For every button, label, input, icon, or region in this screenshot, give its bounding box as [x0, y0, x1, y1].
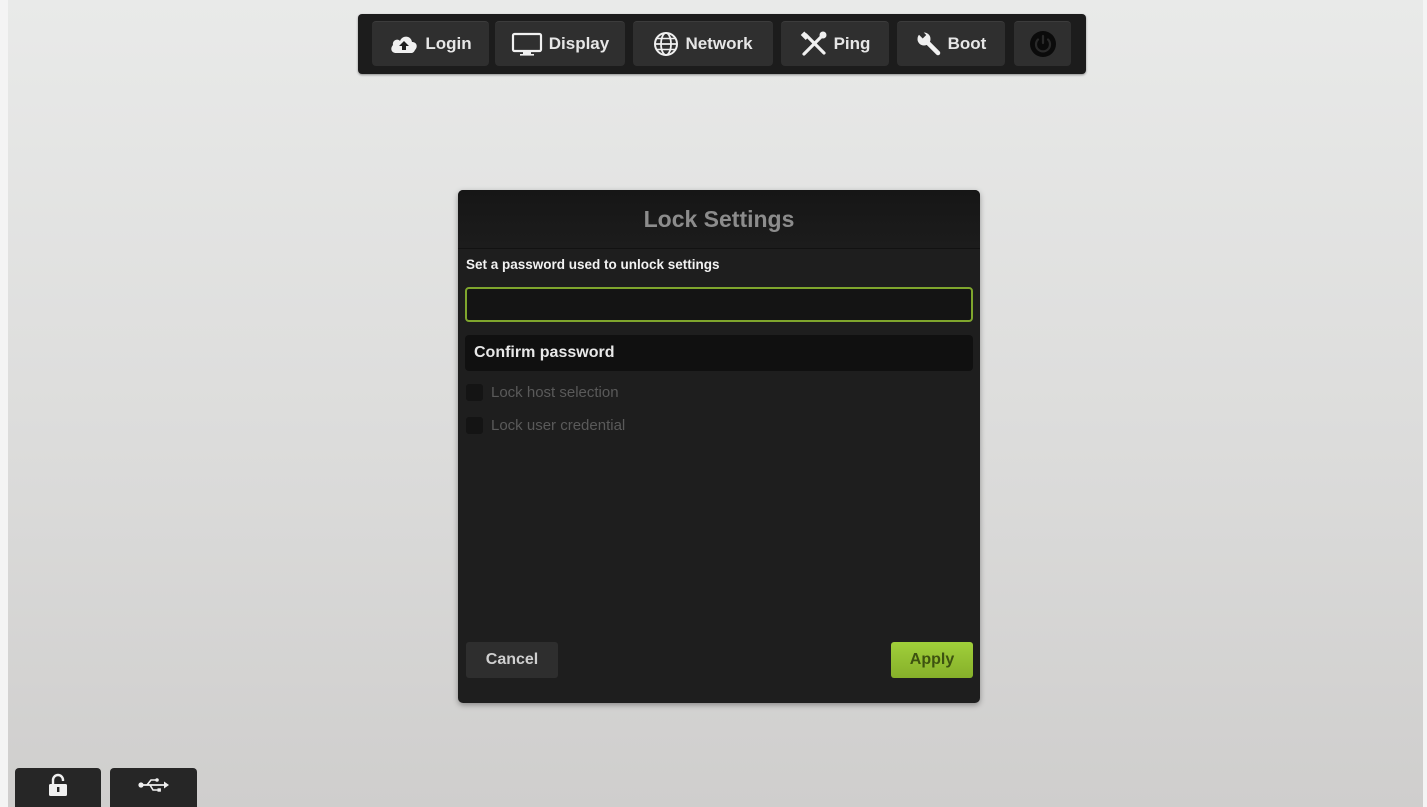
lock-host-selection-label: Lock host selection	[491, 384, 619, 401]
password-input[interactable]	[465, 287, 973, 322]
screen-edge-right	[1423, 0, 1427, 807]
usb-icon	[137, 776, 171, 799]
lock-host-selection-checkbox[interactable]	[466, 384, 483, 401]
network-label: Network	[685, 34, 753, 53]
globe-icon	[653, 31, 679, 57]
power-icon	[1029, 30, 1057, 58]
display-button[interactable]: Display	[495, 21, 625, 66]
ping-button[interactable]: Ping	[781, 21, 889, 66]
lock-button[interactable]	[15, 768, 101, 807]
password-prompt-label: Set a password used to unlock settings	[466, 257, 720, 272]
top-toolbar: Login Display Network Ping Boot	[358, 14, 1086, 74]
lock-open-icon	[47, 773, 69, 802]
login-label: Login	[425, 34, 472, 53]
lock-settings-dialog: Lock Settings Set a password used to unl…	[458, 190, 980, 703]
usb-button[interactable]	[110, 768, 197, 807]
screen-edge-left	[0, 0, 8, 807]
confirm-password-input[interactable]	[465, 335, 973, 371]
lock-user-credential-label: Lock user credential	[491, 417, 626, 434]
lock-user-credential-option[interactable]: Lock user credential	[466, 417, 625, 434]
wrench-icon	[916, 31, 942, 57]
monitor-icon	[511, 32, 543, 56]
login-button[interactable]: Login	[372, 21, 489, 66]
cloud-upload-icon	[389, 33, 419, 55]
cancel-button[interactable]: Cancel	[466, 642, 558, 678]
power-button[interactable]	[1014, 21, 1071, 66]
tools-icon	[800, 31, 828, 57]
network-button[interactable]: Network	[633, 21, 773, 66]
display-label: Display	[548, 34, 610, 53]
lock-user-credential-checkbox[interactable]	[466, 417, 483, 434]
apply-button[interactable]: Apply	[891, 642, 973, 678]
ping-label: Ping	[833, 34, 871, 53]
boot-label: Boot	[947, 34, 987, 53]
lock-host-selection-option[interactable]: Lock host selection	[466, 384, 619, 401]
dialog-title: Lock Settings	[458, 190, 980, 249]
boot-button[interactable]: Boot	[897, 21, 1005, 66]
